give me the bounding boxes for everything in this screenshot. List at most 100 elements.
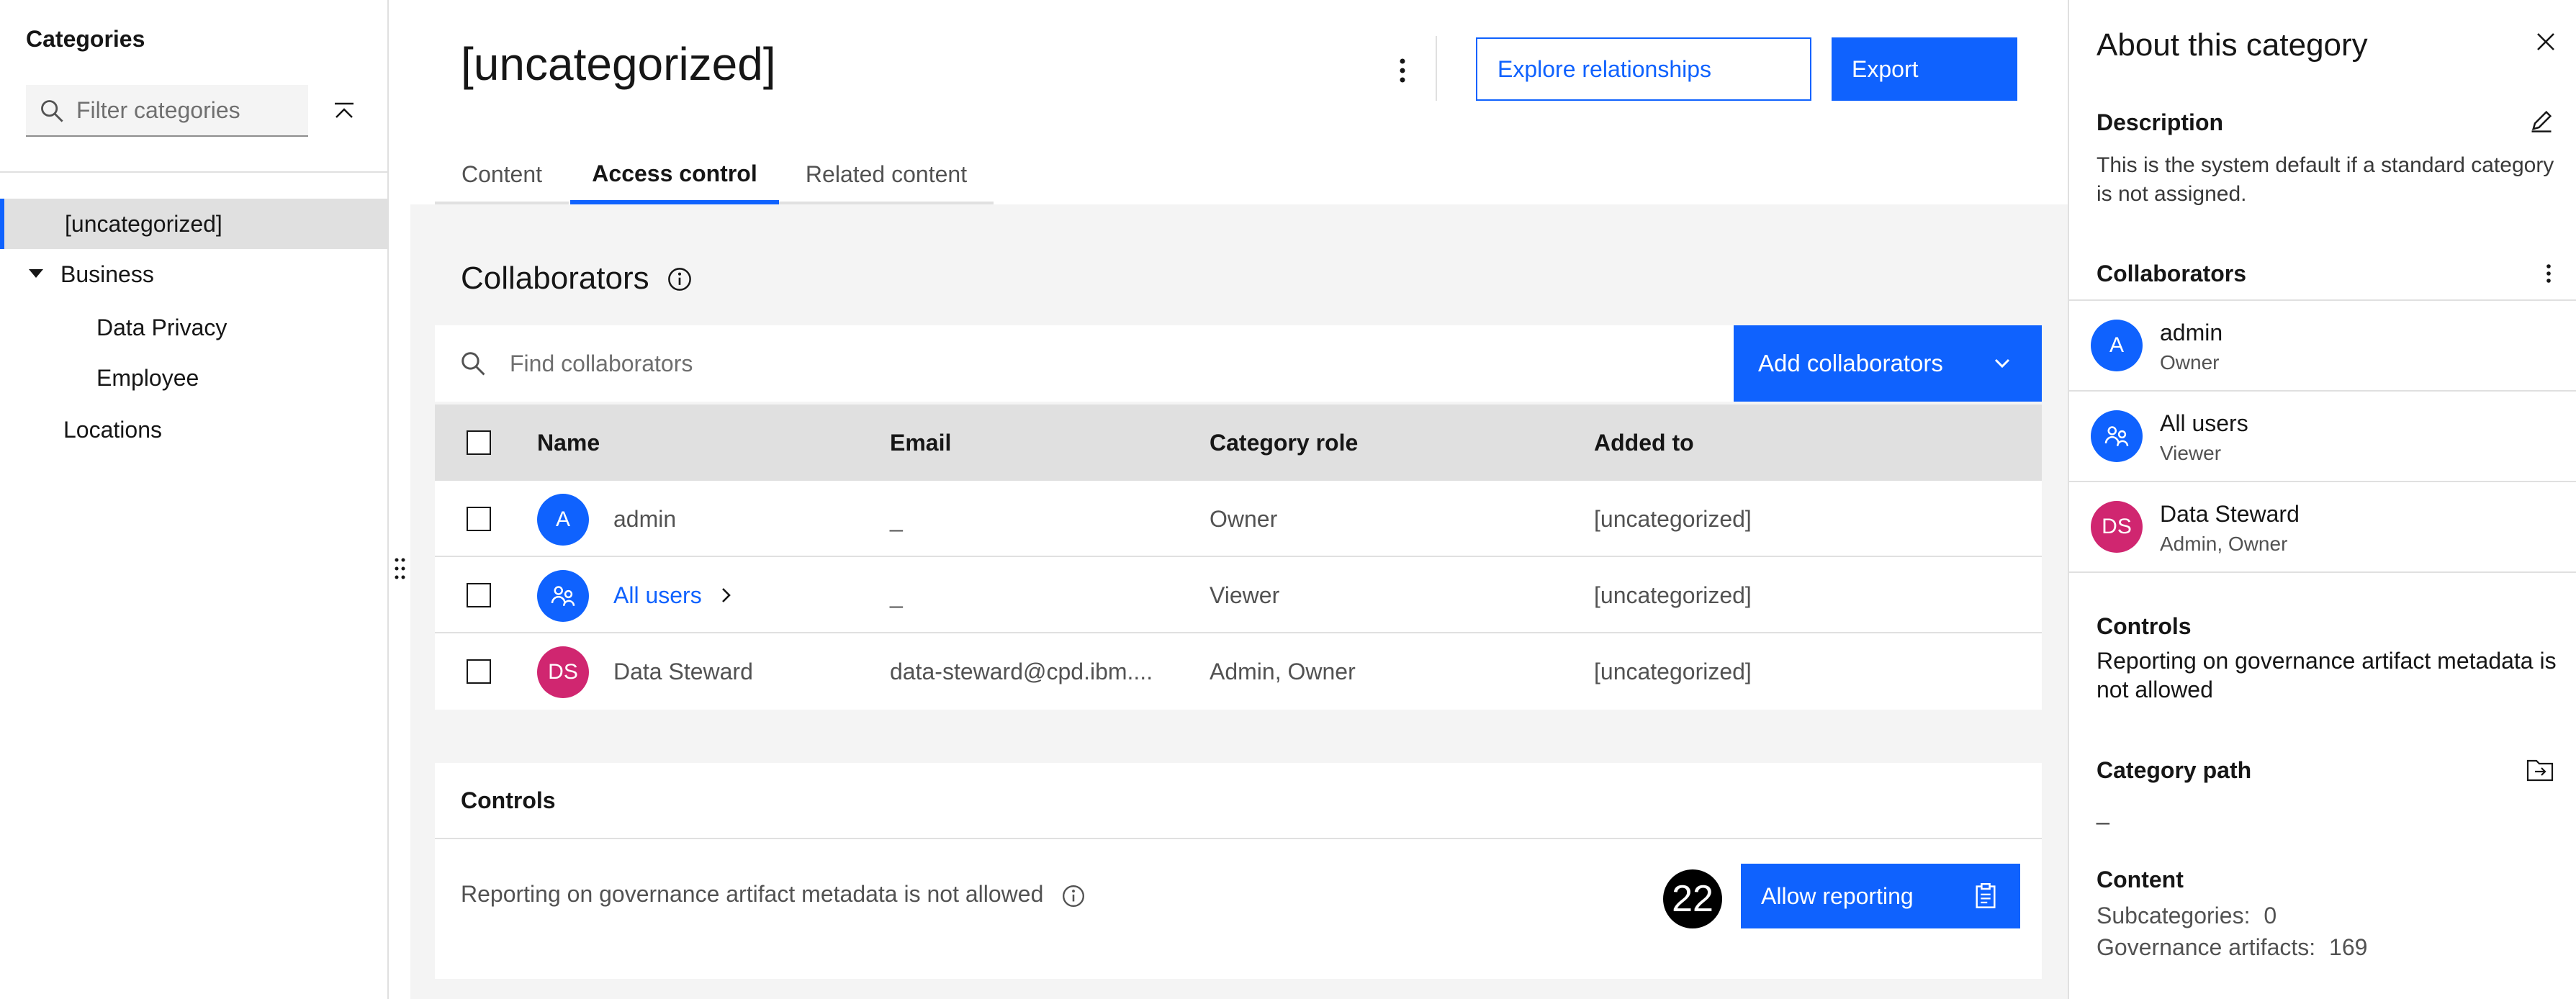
controls-divider xyxy=(435,838,2042,839)
page-title: [uncategorized] xyxy=(461,38,776,90)
select-all-checkbox[interactable] xyxy=(467,430,491,455)
step-badge: 22 xyxy=(1663,869,1722,928)
category-path-value: _ xyxy=(2097,799,2109,825)
tree-item-employee[interactable]: Employee xyxy=(0,353,389,403)
subcategories-value: 0 xyxy=(2264,903,2277,928)
row-checkbox[interactable] xyxy=(467,659,491,684)
export-button[interactable]: Export xyxy=(1832,37,2017,101)
table-row[interactable]: DS Data Steward data-steward@cpd.ibm....… xyxy=(435,633,2042,710)
user-group-icon xyxy=(551,586,575,606)
overflow-menu-button[interactable] xyxy=(1382,50,1423,91)
close-panel-button[interactable] xyxy=(2530,26,2562,58)
collaborator-role: Viewer xyxy=(1210,582,1280,608)
overflow-menu-icon[interactable] xyxy=(2539,261,2559,286)
info-icon[interactable] xyxy=(1061,884,1086,908)
collaborator-added-to: [uncategorized] xyxy=(1594,505,1752,532)
collaborator-name-link[interactable]: All users xyxy=(613,557,702,633)
categories-sidebar: Categories [uncategorized] Business Data… xyxy=(0,0,389,999)
row-checkbox[interactable] xyxy=(467,507,491,531)
overflow-menu-icon xyxy=(1400,58,1405,83)
collapse-all-button[interactable] xyxy=(328,95,360,127)
header-separator xyxy=(1436,36,1437,101)
controls-card: Controls Reporting on governance artifac… xyxy=(435,763,2042,979)
controls-heading: Controls xyxy=(2097,613,2192,639)
user-group-avatar xyxy=(2091,410,2143,462)
tree-item-business[interactable]: Business xyxy=(0,249,389,299)
avatar: DS xyxy=(2091,501,2143,553)
artifacts-stat: Governance artifacts: 169 xyxy=(2097,933,2557,962)
allow-reporting-label: Allow reporting xyxy=(1761,882,1914,909)
panel-collaborator-role: Viewer xyxy=(2160,442,2222,464)
row-checkbox[interactable] xyxy=(467,583,491,607)
collaborator-added-to: [uncategorized] xyxy=(1594,582,1752,608)
category-path-heading: Category path xyxy=(2097,757,2252,783)
description-heading: Description xyxy=(2097,109,2224,135)
panel-collaborator-name: admin xyxy=(2160,320,2223,345)
tree-item-uncategorized[interactable]: [uncategorized] xyxy=(0,199,389,249)
tree-item-locations[interactable]: Locations xyxy=(0,404,389,455)
folder-move-icon[interactable] xyxy=(2526,757,2554,783)
panel-collaborator-name: All users xyxy=(2160,410,2248,436)
content-heading: Content xyxy=(2097,867,2184,892)
collaborator-name: Data Steward xyxy=(613,658,753,684)
subcategories-label: Subcategories: xyxy=(2097,903,2251,928)
tab-access-control[interactable]: Access control xyxy=(570,147,779,204)
panel-collaborator-name: Data Steward xyxy=(2160,501,2300,527)
caret-down-icon[interactable] xyxy=(29,249,49,299)
search-icon xyxy=(41,100,63,122)
table-header: Name Email Category role Added to xyxy=(435,404,2042,481)
controls-title: Controls xyxy=(461,787,556,813)
allow-reporting-button[interactable]: Allow reporting xyxy=(1741,864,2020,928)
panel-title: About this category xyxy=(2097,27,2368,63)
add-collaborators-button[interactable]: Add collaborators xyxy=(1734,325,2042,402)
table-row[interactable]: All users _ Viewer [uncategorized] xyxy=(435,557,2042,633)
about-category-panel: About this category Description This is … xyxy=(2068,0,2576,999)
edit-icon[interactable] xyxy=(2528,108,2554,134)
tab-related-content[interactable]: Related content xyxy=(779,147,994,204)
column-header-role[interactable]: Category role xyxy=(1210,404,1358,481)
filter-categories-field[interactable] xyxy=(26,85,308,137)
panel-collaborator-item[interactable]: A admin Owner xyxy=(2069,301,2576,392)
find-collaborators-input[interactable] xyxy=(510,325,1698,402)
avatar: A xyxy=(537,494,589,546)
description-text: This is the system default if a standard… xyxy=(2097,153,2554,206)
collaborator-role: Admin, Owner xyxy=(1210,658,1356,684)
artifacts-value: 169 xyxy=(2329,934,2368,960)
filter-categories-input[interactable] xyxy=(76,85,300,135)
tree-item-label: Employee xyxy=(96,364,199,391)
panel-collaborator-item[interactable]: All users Viewer xyxy=(2069,392,2576,482)
user-group-avatar xyxy=(537,570,589,622)
collaborator-email: _ xyxy=(890,505,903,532)
panel-collaborator-role: Owner xyxy=(2160,351,2220,374)
explore-relationships-button[interactable]: Explore relationships xyxy=(1476,37,1811,101)
tree-item-label: Business xyxy=(60,261,154,287)
artifacts-label: Governance artifacts: xyxy=(2097,934,2316,960)
collaborator-email: data-steward@cpd.ibm.... xyxy=(890,658,1153,684)
column-header-email[interactable]: Email xyxy=(890,404,951,481)
tree-item-label: Locations xyxy=(63,416,162,443)
tree-item-label: [uncategorized] xyxy=(65,210,222,237)
find-collaborators-field[interactable] xyxy=(435,325,1734,402)
panel-collaborator-role: Admin, Owner xyxy=(2160,533,2288,555)
chevron-down-icon xyxy=(1994,358,2010,369)
avatar: DS xyxy=(537,646,589,698)
sidebar-title: Categories xyxy=(26,26,145,52)
controls-text: Reporting on governance artifact metadat… xyxy=(461,881,1044,907)
column-header-added-to[interactable]: Added to xyxy=(1594,404,1694,481)
search-icon xyxy=(461,352,485,376)
close-icon xyxy=(2537,33,2554,50)
panel-collaborator-item[interactable]: DS Data Steward Admin, Owner xyxy=(2069,482,2576,573)
tree-item-label: Data Privacy xyxy=(96,314,228,340)
subcategories-stat: Subcategories: 0 xyxy=(2097,901,2557,930)
collaborators-title: Collaborators xyxy=(461,261,649,296)
column-header-name[interactable]: Name xyxy=(537,404,600,481)
resize-handle-icon[interactable] xyxy=(393,556,407,582)
table-row[interactable]: A admin _ Owner [uncategorized] xyxy=(435,481,2042,557)
collaborator-role: Owner xyxy=(1210,505,1278,532)
tree-item-data-privacy[interactable]: Data Privacy xyxy=(0,302,389,353)
collaborators-heading: Collaborators xyxy=(2097,261,2247,286)
tab-content[interactable]: Content xyxy=(435,147,569,204)
info-icon[interactable] xyxy=(667,266,693,292)
user-group-icon xyxy=(2104,426,2129,446)
chevron-right-icon[interactable] xyxy=(719,586,734,605)
